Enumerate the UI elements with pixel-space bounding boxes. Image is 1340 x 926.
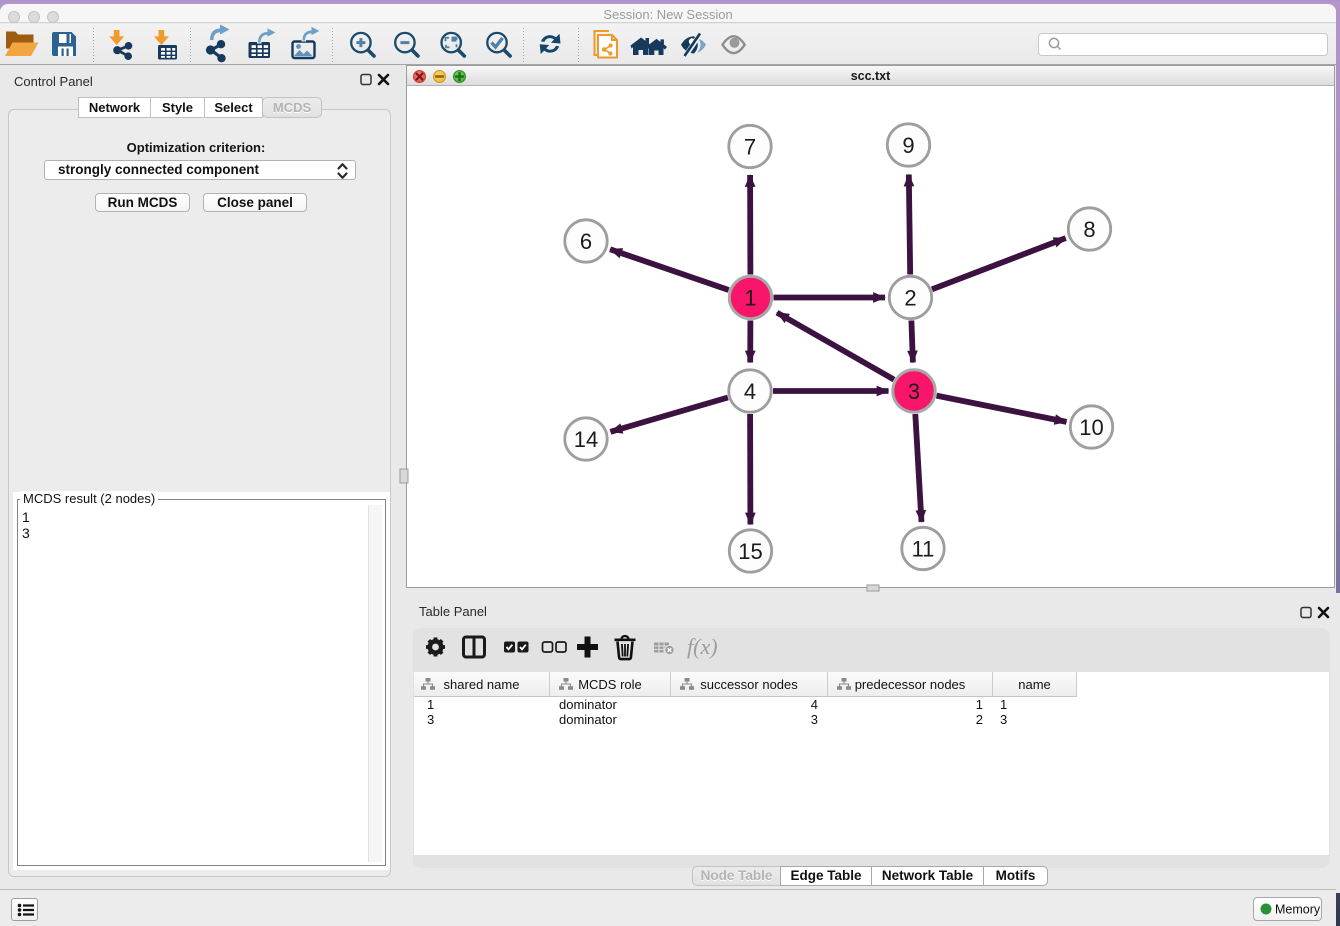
svg-text:Memory: Memory bbox=[1275, 903, 1321, 917]
svg-text:7: 7 bbox=[744, 134, 756, 159]
svg-text:14: 14 bbox=[574, 427, 598, 452]
svg-text:8: 8 bbox=[1083, 217, 1095, 242]
svg-text:9: 9 bbox=[902, 133, 914, 158]
svg-text:1: 1 bbox=[744, 285, 756, 310]
svg-text:6: 6 bbox=[580, 229, 592, 254]
svg-text:15: 15 bbox=[738, 539, 762, 564]
svg-text:11: 11 bbox=[912, 536, 935, 561]
svg-text:10: 10 bbox=[1079, 415, 1103, 440]
svg-text:3: 3 bbox=[908, 379, 920, 404]
svg-text:2: 2 bbox=[904, 285, 916, 310]
svg-text:4: 4 bbox=[744, 379, 756, 404]
svg-text:f(x): f(x) bbox=[687, 634, 718, 659]
